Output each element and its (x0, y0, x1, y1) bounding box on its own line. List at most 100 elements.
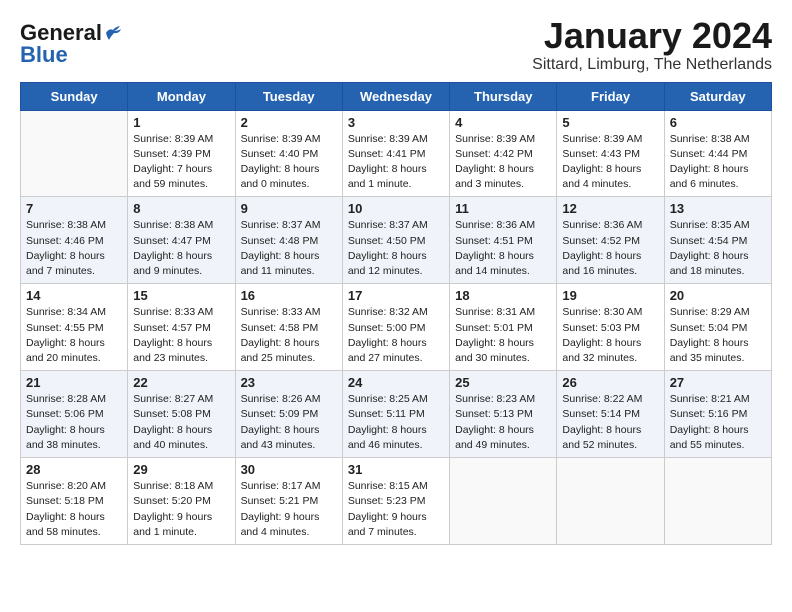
day-number: 29 (133, 462, 229, 477)
calendar-cell: 29 Sunrise: 8:18 AMSunset: 5:20 PMDayligh… (128, 458, 235, 545)
day-info: Sunrise: 8:39 AMSunset: 4:43 PMDaylight:… (562, 132, 658, 193)
day-number: 5 (562, 115, 658, 130)
calendar-header-row: SundayMondayTuesdayWednesdayThursdayFrid… (21, 82, 772, 110)
calendar-week-row: 1 Sunrise: 8:39 AMSunset: 4:39 PMDaylight… (21, 110, 772, 197)
calendar-cell: 16Sunrise: 8:33 AMSunset: 4:58 PMDayligh… (235, 284, 342, 371)
day-number: 21 (26, 375, 122, 390)
day-number: 2 (241, 115, 337, 130)
calendar-cell: 13 Sunrise: 8:35 AMSunset: 4:54 PMDayligh… (664, 197, 771, 284)
day-info: Sunrise: 8:27 AMSunset: 5:08 PMDaylight:… (133, 392, 229, 453)
calendar-cell: 23Sunrise: 8:26 AMSunset: 5:09 PMDayligh… (235, 371, 342, 458)
day-info: Sunrise: 8:23 AMSunset: 5:13 PMDaylight:… (455, 392, 551, 453)
day-info: Sunrise: 8:17 AMSunset: 5:21 PMDaylight:… (241, 479, 337, 540)
day-number: 20 (670, 288, 766, 303)
calendar-cell: 21 Sunrise: 8:28 AMSunset: 5:06 PMDayligh… (21, 371, 128, 458)
calendar-cell: 10Sunrise: 8:37 AMSunset: 4:50 PMDayligh… (342, 197, 449, 284)
calendar-cell: 12 Sunrise: 8:36 AMSunset: 4:52 PMDayligh… (557, 197, 664, 284)
calendar-header-saturday: Saturday (664, 82, 771, 110)
calendar-cell: 25 Sunrise: 8:23 AMSunset: 5:13 PMDayligh… (450, 371, 557, 458)
calendar-cell (664, 458, 771, 545)
calendar-week-row: 7 Sunrise: 8:38 AMSunset: 4:46 PMDaylight… (21, 197, 772, 284)
calendar-cell: 14 Sunrise: 8:34 AMSunset: 4:55 PMDayligh… (21, 284, 128, 371)
calendar-cell: 17 Sunrise: 8:32 AMSunset: 5:00 PMDayligh… (342, 284, 449, 371)
day-info: Sunrise: 8:18 AMSunset: 5:20 PMDaylight:… (133, 479, 229, 540)
day-info: Sunrise: 8:22 AMSunset: 5:14 PMDaylight:… (562, 392, 658, 453)
day-info: Sunrise: 8:38 AMSunset: 4:46 PMDaylight:… (26, 218, 122, 279)
calendar-cell: 27Sunrise: 8:21 AMSunset: 5:16 PMDayligh… (664, 371, 771, 458)
day-number: 15 (133, 288, 229, 303)
calendar-cell: 1 Sunrise: 8:39 AMSunset: 4:39 PMDaylight… (128, 110, 235, 197)
page-header: General Blue January 2024 Sittard, Limbu… (20, 16, 772, 74)
calendar-cell: 22Sunrise: 8:27 AMSunset: 5:08 PMDayligh… (128, 371, 235, 458)
day-info: Sunrise: 8:26 AMSunset: 5:09 PMDaylight:… (241, 392, 337, 453)
calendar-cell: 30 Sunrise: 8:17 AMSunset: 5:21 PMDayligh… (235, 458, 342, 545)
calendar-cell: 18 Sunrise: 8:31 AMSunset: 5:01 PMDayligh… (450, 284, 557, 371)
day-info: Sunrise: 8:33 AMSunset: 4:57 PMDaylight:… (133, 305, 229, 366)
day-info: Sunrise: 8:15 AMSunset: 5:23 PMDaylight:… (348, 479, 444, 540)
day-number: 25 (455, 375, 551, 390)
location-subtitle: Sittard, Limburg, The Netherlands (532, 56, 772, 74)
day-info: Sunrise: 8:38 AMSunset: 4:44 PMDaylight:… (670, 132, 766, 193)
day-info: Sunrise: 8:29 AMSunset: 5:04 PMDaylight:… (670, 305, 766, 366)
calendar-cell: 9Sunrise: 8:37 AMSunset: 4:48 PMDaylight… (235, 197, 342, 284)
day-info: Sunrise: 8:38 AMSunset: 4:47 PMDaylight:… (133, 218, 229, 279)
calendar-cell: 31 Sunrise: 8:15 AMSunset: 5:23 PMDayligh… (342, 458, 449, 545)
calendar-cell: 3 Sunrise: 8:39 AMSunset: 4:41 PMDaylight… (342, 110, 449, 197)
calendar-cell: 28 Sunrise: 8:20 AMSunset: 5:18 PMDayligh… (21, 458, 128, 545)
day-info: Sunrise: 8:25 AMSunset: 5:11 PMDaylight:… (348, 392, 444, 453)
day-number: 27 (670, 375, 766, 390)
calendar-cell: 20 Sunrise: 8:29 AMSunset: 5:04 PMDayligh… (664, 284, 771, 371)
calendar-cell: 19Sunrise: 8:30 AMSunset: 5:03 PMDayligh… (557, 284, 664, 371)
day-number: 3 (348, 115, 444, 130)
day-number: 18 (455, 288, 551, 303)
calendar-table: SundayMondayTuesdayWednesdayThursdayFrid… (20, 82, 772, 545)
day-info: Sunrise: 8:20 AMSunset: 5:18 PMDaylight:… (26, 479, 122, 540)
calendar-header-monday: Monday (128, 82, 235, 110)
day-number: 12 (562, 201, 658, 216)
day-number: 11 (455, 201, 551, 216)
day-number: 17 (348, 288, 444, 303)
calendar-cell: 24 Sunrise: 8:25 AMSunset: 5:11 PMDayligh… (342, 371, 449, 458)
day-number: 16 (241, 288, 337, 303)
day-number: 31 (348, 462, 444, 477)
calendar-cell (21, 110, 128, 197)
day-number: 30 (241, 462, 337, 477)
day-number: 10 (348, 201, 444, 216)
day-number: 6 (670, 115, 766, 130)
day-number: 14 (26, 288, 122, 303)
calendar-header-tuesday: Tuesday (235, 82, 342, 110)
day-number: 1 (133, 115, 229, 130)
day-info: Sunrise: 8:39 AMSunset: 4:39 PMDaylight:… (133, 132, 229, 193)
logo-blue: Blue (20, 42, 68, 68)
day-info: Sunrise: 8:31 AMSunset: 5:01 PMDaylight:… (455, 305, 551, 366)
calendar-cell: 8 Sunrise: 8:38 AMSunset: 4:47 PMDaylight… (128, 197, 235, 284)
day-number: 7 (26, 201, 122, 216)
title-block: January 2024 Sittard, Limburg, The Nethe… (532, 16, 772, 74)
calendar-cell (450, 458, 557, 545)
calendar-cell: 26Sunrise: 8:22 AMSunset: 5:14 PMDayligh… (557, 371, 664, 458)
calendar-cell: 15 Sunrise: 8:33 AMSunset: 4:57 PMDayligh… (128, 284, 235, 371)
logo-bird-icon (104, 26, 122, 40)
day-number: 28 (26, 462, 122, 477)
calendar-cell: 11Sunrise: 8:36 AMSunset: 4:51 PMDayligh… (450, 197, 557, 284)
calendar-cell: 5 Sunrise: 8:39 AMSunset: 4:43 PMDaylight… (557, 110, 664, 197)
calendar-week-row: 14 Sunrise: 8:34 AMSunset: 4:55 PMDayligh… (21, 284, 772, 371)
day-info: Sunrise: 8:32 AMSunset: 5:00 PMDaylight:… (348, 305, 444, 366)
day-number: 13 (670, 201, 766, 216)
calendar-cell: 6 Sunrise: 8:38 AMSunset: 4:44 PMDaylight… (664, 110, 771, 197)
day-number: 24 (348, 375, 444, 390)
logo: General Blue (20, 20, 122, 68)
calendar-cell: 4 Sunrise: 8:39 AMSunset: 4:42 PMDaylight… (450, 110, 557, 197)
day-info: Sunrise: 8:34 AMSunset: 4:55 PMDaylight:… (26, 305, 122, 366)
calendar-week-row: 21 Sunrise: 8:28 AMSunset: 5:06 PMDayligh… (21, 371, 772, 458)
calendar-header-sunday: Sunday (21, 82, 128, 110)
calendar-cell: 7 Sunrise: 8:38 AMSunset: 4:46 PMDaylight… (21, 197, 128, 284)
day-info: Sunrise: 8:35 AMSunset: 4:54 PMDaylight:… (670, 218, 766, 279)
day-info: Sunrise: 8:28 AMSunset: 5:06 PMDaylight:… (26, 392, 122, 453)
day-number: 8 (133, 201, 229, 216)
day-info: Sunrise: 8:36 AMSunset: 4:52 PMDaylight:… (562, 218, 658, 279)
calendar-header-friday: Friday (557, 82, 664, 110)
day-number: 4 (455, 115, 551, 130)
day-info: Sunrise: 8:39 AMSunset: 4:41 PMDaylight:… (348, 132, 444, 193)
day-info: Sunrise: 8:39 AMSunset: 4:42 PMDaylight:… (455, 132, 551, 193)
